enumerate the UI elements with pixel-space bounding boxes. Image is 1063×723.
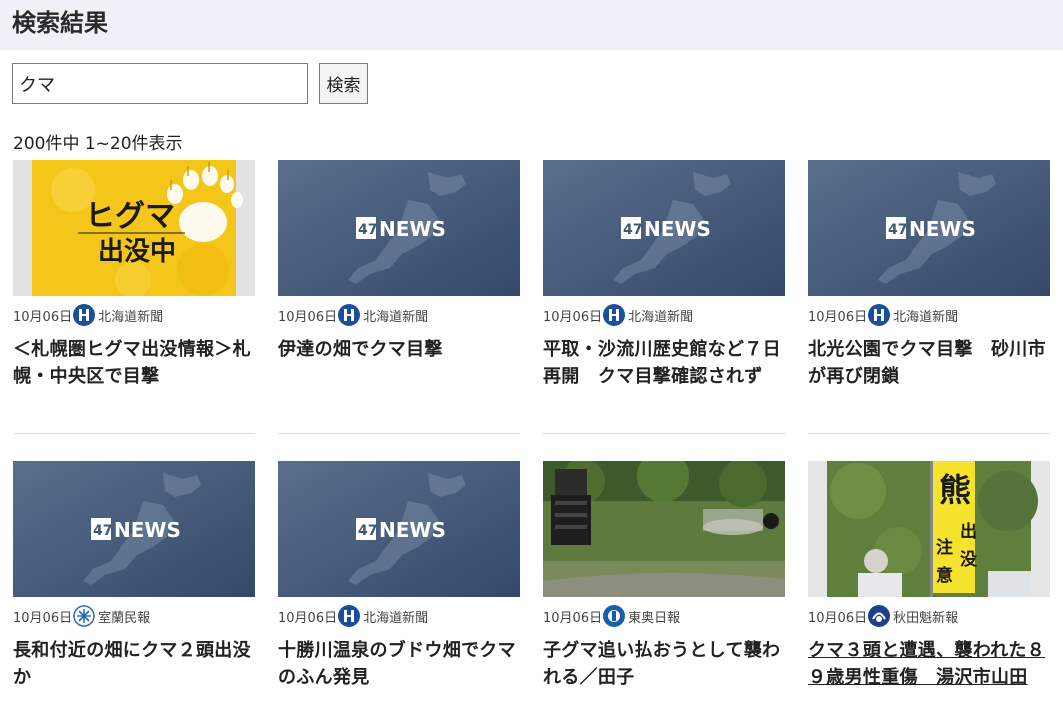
card-date: 10月06日 bbox=[808, 610, 868, 626]
thumbnail-47news[interactable]: 47 NEWS bbox=[278, 160, 520, 296]
card-divider bbox=[543, 433, 785, 434]
thumbnail-47news[interactable]: 47 NEWS bbox=[808, 160, 1050, 296]
search-input[interactable] bbox=[12, 63, 308, 104]
card-title-link[interactable]: クマ３頭と遭遇、襲われた８９歳男性重傷 湯沢市山田 bbox=[808, 637, 1050, 691]
news-logo-word: NEWS bbox=[379, 217, 446, 241]
card-meta: 10月06日 北海道新聞 bbox=[543, 303, 693, 327]
hokkaido-shimbun-logo-icon bbox=[868, 304, 891, 326]
card-date: 10月06日 bbox=[13, 610, 73, 626]
thumbnail-photo-banner[interactable]: 熊 出 没 注 意 bbox=[808, 461, 1050, 597]
banner-small-3: 注 bbox=[936, 537, 953, 558]
card-date: 10月06日 bbox=[278, 610, 338, 626]
news-logo-num: 47 bbox=[888, 222, 907, 238]
card-divider bbox=[808, 433, 1050, 434]
thumbnail-47news[interactable]: 47 NEWS bbox=[278, 461, 520, 597]
card-divider bbox=[278, 433, 520, 434]
card-date: 10月06日 bbox=[808, 309, 868, 325]
card-meta: 10月06日 北海道新聞 bbox=[278, 604, 428, 628]
result-card[interactable]: ヒグマ 出没中 10月06日 北海道新聞 ＜札幌圏ヒグマ出没情報＞札幌・中央区で… bbox=[13, 160, 255, 434]
news-logo-num: 47 bbox=[358, 222, 377, 238]
search-button[interactable]: 検索 bbox=[319, 63, 368, 104]
thumbnail-photo-field[interactable] bbox=[543, 461, 785, 597]
result-card[interactable]: 10月06日 東奥日報 子グマ追い払おうとして襲われる／田子 bbox=[543, 461, 785, 723]
higuma-line2: 出没中 bbox=[98, 237, 176, 267]
hokkaido-shimbun-logo-icon bbox=[603, 304, 626, 326]
card-meta: 10月06日 秋田魁新報 bbox=[808, 604, 958, 628]
news-logo-word: NEWS bbox=[379, 518, 446, 542]
news-logo-num: 47 bbox=[93, 523, 112, 539]
card-meta: 10月06日 東奥日報 bbox=[543, 604, 680, 628]
card-source: 室蘭民報 bbox=[98, 610, 151, 626]
higuma-line1: ヒグマ bbox=[85, 199, 175, 234]
thumbnail-47news[interactable]: 47 NEWS bbox=[13, 461, 255, 597]
result-card[interactable]: 47 NEWS 10月06日 北海道新聞 平取・沙流川歴史館など７日再開 クマ目… bbox=[543, 160, 785, 434]
card-title[interactable]: 平取・沙流川歴史館など７日再開 クマ目撃確認されず bbox=[543, 336, 785, 390]
banner-small-2: 没 bbox=[960, 550, 978, 570]
card-meta: 10月06日 室蘭民報 bbox=[13, 604, 150, 628]
result-count: 200件中 1~20件表示 bbox=[13, 134, 183, 154]
news-logo-word: NEWS bbox=[114, 518, 181, 542]
banner-big-char: 熊 bbox=[939, 471, 971, 509]
toou-nippo-logo-icon bbox=[603, 605, 626, 627]
card-title[interactable]: 長和付近の畑にクマ２頭出没か bbox=[13, 637, 255, 691]
header-bar: 検索結果 bbox=[0, 0, 1063, 50]
card-source: 北海道新聞 bbox=[363, 309, 429, 325]
card-date: 10月06日 bbox=[543, 610, 603, 626]
muroran-minpo-logo-icon bbox=[73, 605, 95, 627]
card-source: 北海道新聞 bbox=[98, 309, 164, 325]
result-card[interactable]: 熊 出 没 注 意 10月06日 秋田魁新報 クマ３頭と遭遇、襲われた８９歳男性… bbox=[808, 461, 1050, 723]
hokkaido-shimbun-logo-icon bbox=[338, 304, 361, 326]
result-card[interactable]: 47 NEWS 10月06日 北海道新聞 伊達の畑でクマ目撃 bbox=[278, 160, 520, 434]
banner-small-1: 出 bbox=[960, 521, 977, 542]
card-date: 10月06日 bbox=[278, 309, 338, 325]
hokkaido-shimbun-logo-icon bbox=[338, 605, 361, 627]
card-source: 北海道新聞 bbox=[628, 309, 694, 325]
card-meta: 10月06日 北海道新聞 bbox=[13, 303, 163, 327]
card-date: 10月06日 bbox=[13, 309, 73, 325]
card-title[interactable]: 十勝川温泉のブドウ畑でクマのふん発見 bbox=[278, 637, 520, 691]
card-title[interactable]: 伊達の畑でクマ目撃 bbox=[278, 336, 520, 363]
result-card[interactable]: 47 NEWS 10月06日 北海道新聞 十勝川温泉のブドウ畑でクマのふん発見 bbox=[278, 461, 520, 723]
banner-small-4: 意 bbox=[936, 565, 953, 586]
card-source: 東奥日報 bbox=[628, 610, 681, 626]
card-source: 北海道新聞 bbox=[893, 309, 959, 325]
card-source: 秋田魁新報 bbox=[893, 610, 959, 626]
result-card[interactable]: 47 NEWS 10月06日 北海道新聞 北光公園でクマ目撃 砂川市が再び閉鎖 bbox=[808, 160, 1050, 434]
hokkaido-shimbun-logo-icon bbox=[73, 304, 96, 326]
card-date: 10月06日 bbox=[543, 309, 603, 325]
card-meta: 10月06日 北海道新聞 bbox=[278, 303, 428, 327]
result-card[interactable]: 47 NEWS 10月06日 室蘭民報 長和付近の畑にクマ２頭出没か bbox=[13, 461, 255, 723]
card-source: 北海道新聞 bbox=[363, 610, 429, 626]
card-divider bbox=[13, 433, 255, 434]
card-meta: 10月06日 北海道新聞 bbox=[808, 303, 958, 327]
akita-sakigake-logo-icon bbox=[868, 605, 891, 627]
news-logo-num: 47 bbox=[358, 523, 377, 539]
card-title[interactable]: ＜札幌圏ヒグマ出没情報＞札幌・中央区で目撃 bbox=[13, 336, 255, 390]
news-logo-word: NEWS bbox=[644, 217, 711, 241]
thumbnail-47news[interactable]: 47 NEWS bbox=[543, 160, 785, 296]
thumbnail-higuma[interactable]: ヒグマ 出没中 bbox=[13, 160, 255, 296]
card-title[interactable]: 北光公園でクマ目撃 砂川市が再び閉鎖 bbox=[808, 336, 1050, 390]
news-logo-word: NEWS bbox=[909, 217, 976, 241]
news-logo-num: 47 bbox=[623, 222, 642, 238]
card-title[interactable]: 子グマ追い払おうとして襲われる／田子 bbox=[543, 637, 785, 691]
page-title: 検索結果 bbox=[12, 9, 108, 37]
